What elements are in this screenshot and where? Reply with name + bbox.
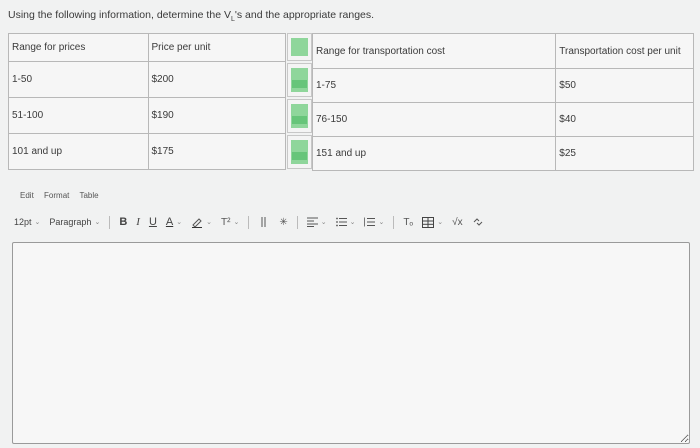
clear-formatting-button[interactable]: Tₒ <box>403 217 413 228</box>
chevron-down-icon: ⌄ <box>94 219 101 226</box>
chevron-down-icon: ⌄ <box>206 219 212 226</box>
chevron-down-icon: ⌄ <box>320 219 327 226</box>
green-marker <box>287 63 312 97</box>
transport-cost-header: Transportation cost per unit <box>555 33 694 69</box>
special-char-button[interactable]: ✳ <box>279 217 287 228</box>
chevron-down-icon: ⌄ <box>437 219 444 226</box>
price-range-cell: 1-50 <box>8 61 149 98</box>
superscript-button[interactable]: T² ⌄ <box>221 217 239 228</box>
equation-button[interactable]: √x <box>452 217 463 228</box>
transport-range-cell: 1-75 <box>311 68 557 103</box>
price-range-cell: 51-100 <box>8 97 149 134</box>
transport-range-cell: 151 and up <box>311 136 557 171</box>
toolbar-divider <box>248 215 250 229</box>
price-value-cell: $190 <box>147 97 286 134</box>
table-button[interactable]: ⌄ <box>422 216 444 228</box>
numbered-list-button[interactable]: ⌄ <box>364 217 384 227</box>
highlighter-icon <box>192 218 203 228</box>
editor-menubar: Edit Format Table <box>20 191 107 200</box>
block-format-select[interactable]: Paragraph ⌄ <box>49 217 100 227</box>
italic-button[interactable]: I <box>136 216 140 228</box>
bullet-list-icon <box>335 217 347 227</box>
toolbar-divider <box>109 215 111 229</box>
font-size-select[interactable]: 12pt ⌄ <box>14 217 40 227</box>
transport-range-cell: 76-150 <box>311 102 557 137</box>
chevron-down-icon: ⌄ <box>34 219 41 226</box>
transport-cost-cell: $40 <box>555 102 694 137</box>
bold-button[interactable]: B <box>119 216 127 228</box>
media-button[interactable] <box>472 217 484 227</box>
transport-range-header: Range for transportation cost <box>311 33 557 69</box>
menu-edit[interactable]: Edit <box>20 191 34 200</box>
asterisk-icon: ✳ <box>279 216 288 228</box>
price-value-cell: $175 <box>147 133 286 170</box>
price-per-unit-header: Price per unit <box>147 33 286 62</box>
chevron-down-icon: ⌄ <box>233 219 240 226</box>
transport-cost-cell: $25 <box>555 136 694 171</box>
transport-cost-cell: $50 <box>555 68 694 103</box>
underline-button[interactable]: U <box>149 216 157 228</box>
chevron-down-icon: ⌄ <box>349 219 356 226</box>
green-marker-column <box>287 33 312 171</box>
answer-editor[interactable] <box>12 242 690 444</box>
price-table: Range for prices Price per unit 1-50 $20… <box>8 33 286 170</box>
ltr-icon <box>261 217 266 227</box>
ltr-direction-button[interactable] <box>258 216 270 228</box>
toolbar-divider <box>296 215 298 229</box>
question-text: Using the following information, determi… <box>8 9 375 24</box>
align-button[interactable]: ⌄ <box>306 217 327 227</box>
green-marker <box>287 33 312 61</box>
toolbar-divider <box>393 215 395 229</box>
numbered-list-icon <box>364 217 376 227</box>
table-icon <box>422 216 435 228</box>
text-color-button[interactable]: A ⌄ <box>166 216 182 228</box>
price-range-cell: 101 and up <box>8 133 149 170</box>
price-value-cell: $200 <box>147 61 286 98</box>
menu-table[interactable]: Table <box>79 191 98 200</box>
align-left-icon <box>306 217 318 227</box>
price-range-header: Range for prices <box>8 33 149 62</box>
editor-toolbar: 12pt ⌄ Paragraph ⌄ B I U A ⌄ ⌄ T² ⌄ ✳ ⌄ ⌄ ⌄ … <box>14 213 493 231</box>
green-marker <box>287 99 312 133</box>
chevron-down-icon: ⌄ <box>176 219 183 226</box>
transport-table: Range for transportation cost Transporta… <box>311 33 694 171</box>
bullet-list-button[interactable]: ⌄ <box>335 217 356 227</box>
highlight-color-button[interactable]: ⌄ <box>191 216 212 228</box>
green-marker <box>287 135 312 169</box>
chevron-down-icon: ⌄ <box>378 219 385 226</box>
menu-format[interactable]: Format <box>44 191 69 200</box>
link-icon <box>473 218 482 226</box>
